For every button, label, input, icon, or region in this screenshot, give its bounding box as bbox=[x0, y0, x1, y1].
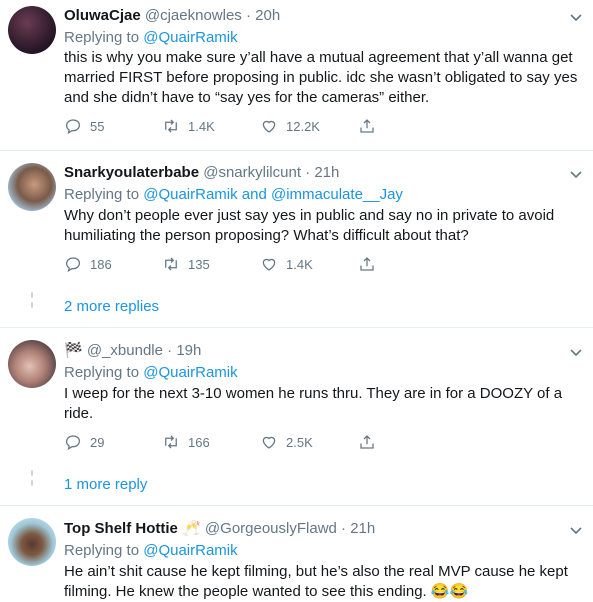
like-count: 2.5K bbox=[286, 434, 313, 450]
tweet-text: I weep for the next 3-10 women he runs t… bbox=[64, 385, 563, 422]
retweet-button[interactable]: 166 bbox=[162, 432, 210, 452]
thread-connector bbox=[30, 292, 34, 312]
timestamp[interactable]: · 21h bbox=[305, 164, 339, 181]
retweet-count: 135 bbox=[188, 256, 210, 272]
reply-icon bbox=[65, 119, 81, 135]
user-handle[interactable]: @GorgeouslyFlawd bbox=[205, 520, 337, 537]
share-icon bbox=[360, 435, 374, 449]
more-replies-link[interactable]: 2 more replies bbox=[64, 298, 159, 315]
retweet-icon bbox=[165, 119, 177, 133]
like-button[interactable]: 2.5K bbox=[260, 432, 313, 452]
retweet-button[interactable]: 135 bbox=[162, 254, 210, 274]
like-count: 1.4K bbox=[286, 256, 313, 272]
reply-icon bbox=[65, 435, 81, 451]
replying-label: Replying to bbox=[64, 364, 140, 381]
replying-to-link[interactable]: @QuairRamik bbox=[143, 364, 237, 381]
replying-label: Replying to bbox=[64, 29, 140, 46]
like-button[interactable]: 12.2K bbox=[260, 116, 320, 136]
chevron-down-icon[interactable] bbox=[569, 345, 583, 359]
heart-icon bbox=[262, 258, 276, 271]
divider bbox=[0, 327, 593, 328]
tweet-text: Why don’t people ever just say yes in pu… bbox=[64, 207, 555, 244]
heart-icon bbox=[262, 120, 276, 133]
replying-to-link[interactable]: @QuairRamik bbox=[143, 29, 237, 46]
like-button[interactable]: 1.4K bbox=[260, 254, 313, 274]
user-handle[interactable]: @cjaeknowles bbox=[145, 7, 242, 24]
champagne-icon: 🥂 bbox=[182, 520, 201, 537]
display-name[interactable]: 🏁 bbox=[64, 342, 83, 359]
reply-button[interactable]: 29 bbox=[64, 432, 104, 452]
tweet-text: this is why you make sure y’all have a m… bbox=[64, 49, 578, 106]
avatar[interactable] bbox=[8, 6, 56, 54]
display-name[interactable]: Top Shelf Hottie bbox=[64, 520, 178, 537]
retweet-icon bbox=[165, 435, 177, 449]
timestamp[interactable]: · 20h bbox=[246, 7, 280, 24]
replying-to-link[interactable]: @QuairRamik and @immaculate__Jay bbox=[143, 186, 403, 203]
timestamp[interactable]: · 19h bbox=[167, 342, 201, 359]
reply-button[interactable]: 55 bbox=[64, 116, 104, 136]
replying-label: Replying to bbox=[64, 542, 140, 559]
share-button[interactable] bbox=[358, 254, 384, 274]
like-count: 12.2K bbox=[286, 118, 320, 134]
user-handle[interactable]: @snarkylilcunt bbox=[203, 164, 301, 181]
share-button[interactable] bbox=[358, 432, 384, 452]
avatar[interactable] bbox=[8, 163, 56, 211]
chevron-down-icon[interactable] bbox=[569, 10, 583, 24]
divider bbox=[0, 505, 593, 506]
retweet-button[interactable]: 1.4K bbox=[162, 116, 215, 136]
heart-icon bbox=[262, 436, 276, 449]
user-handle[interactable]: @_xbundle bbox=[87, 342, 163, 359]
replying-label: Replying to bbox=[64, 186, 140, 203]
replying-to-link[interactable]: @QuairRamik bbox=[143, 542, 237, 559]
tweet-text: He ain’t shit cause he kept filming, but… bbox=[64, 563, 568, 600]
thread-connector bbox=[30, 470, 34, 490]
reply-count: 29 bbox=[90, 434, 105, 450]
share-icon bbox=[360, 257, 374, 271]
chevron-down-icon[interactable] bbox=[569, 167, 583, 181]
display-name[interactable]: Snarkyoulaterbabe bbox=[64, 164, 199, 181]
reply-button[interactable]: 186 bbox=[64, 254, 112, 274]
timestamp[interactable]: · 21h bbox=[341, 520, 375, 537]
more-replies-link[interactable]: 1 more reply bbox=[64, 476, 147, 493]
reply-count: 186 bbox=[90, 256, 112, 272]
avatar[interactable] bbox=[8, 518, 56, 566]
reply-count: 55 bbox=[90, 118, 105, 134]
reply-icon bbox=[65, 257, 81, 273]
display-name[interactable]: OluwaCjae bbox=[64, 7, 141, 24]
share-button[interactable] bbox=[358, 116, 384, 136]
chevron-down-icon[interactable] bbox=[569, 523, 583, 537]
retweet-count: 166 bbox=[188, 434, 210, 450]
share-icon bbox=[360, 119, 374, 133]
retweet-count: 1.4K bbox=[188, 118, 215, 134]
avatar[interactable] bbox=[8, 340, 56, 388]
divider bbox=[0, 150, 593, 151]
retweet-icon bbox=[165, 257, 177, 271]
